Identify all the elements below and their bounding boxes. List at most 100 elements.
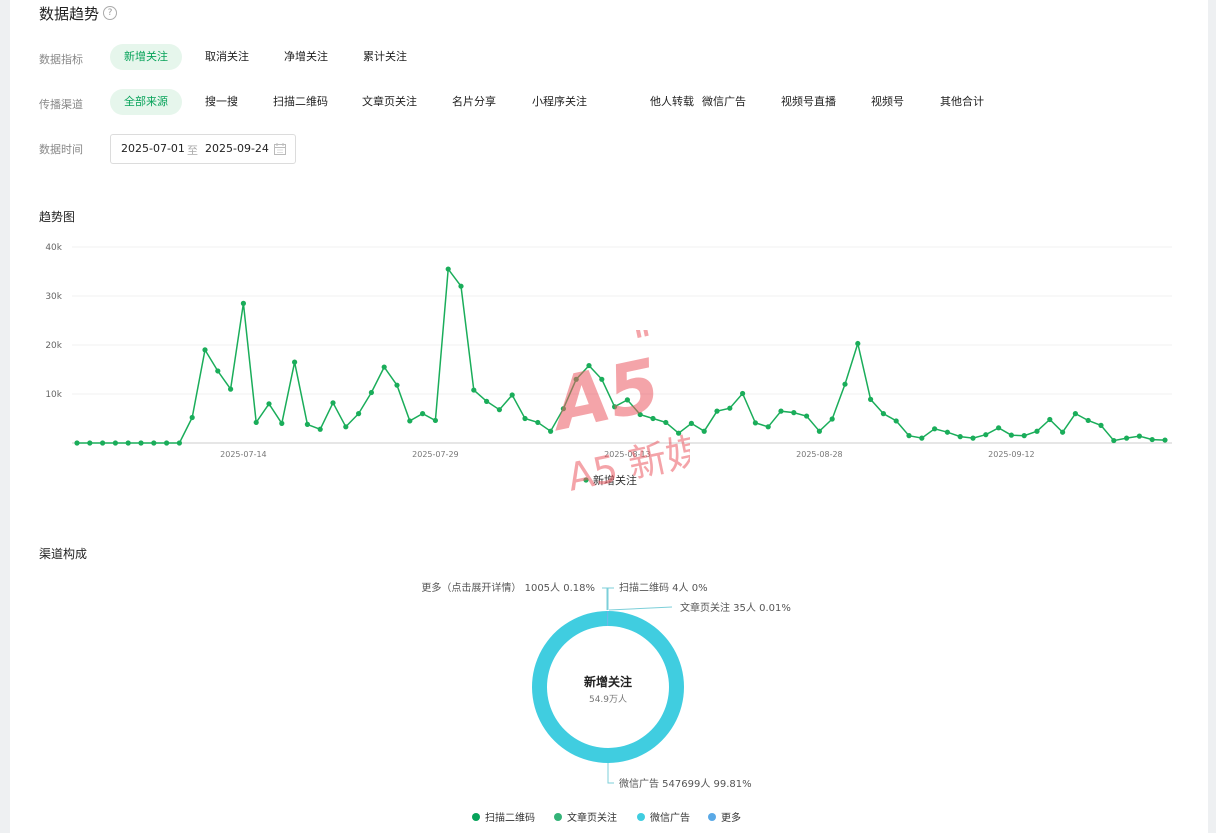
- data-point[interactable]: [740, 390, 746, 397]
- data-point[interactable]: [432, 417, 438, 424]
- data-point[interactable]: [189, 414, 195, 421]
- channel-option-8[interactable]: 视频号直播: [767, 89, 850, 115]
- data-point[interactable]: [522, 415, 528, 422]
- composition-section-title: 渠道构成: [39, 547, 88, 561]
- channel-option-5[interactable]: 小程序关注: [518, 89, 601, 115]
- data-point[interactable]: [1111, 437, 1117, 444]
- data-point[interactable]: [1136, 433, 1142, 439]
- channel-option-4[interactable]: 名片分享: [438, 89, 510, 115]
- channel-option-0[interactable]: 全部来源: [110, 89, 182, 115]
- y-tick-label: 30k: [45, 292, 62, 302]
- data-point[interactable]: [778, 408, 784, 414]
- data-point[interactable]: [919, 435, 925, 441]
- data-point[interactable]: [407, 418, 413, 424]
- data-point[interactable]: [151, 440, 157, 446]
- data-point[interactable]: [1085, 417, 1091, 424]
- date-end[interactable]: 2025-09-24: [205, 142, 269, 155]
- data-point[interactable]: [202, 347, 208, 353]
- data-point[interactable]: [727, 405, 733, 411]
- legend-item[interactable]: 文章页关注: [567, 811, 617, 824]
- channel-option-7[interactable]: 微信广告: [688, 89, 760, 115]
- data-point[interactable]: [804, 413, 810, 419]
- data-point[interactable]: [317, 426, 323, 432]
- data-point[interactable]: [471, 387, 477, 393]
- data-point[interactable]: [240, 300, 246, 306]
- legend-item[interactable]: 更多: [721, 811, 741, 824]
- data-point[interactable]: [1021, 433, 1027, 439]
- data-point[interactable]: [829, 416, 835, 422]
- data-point[interactable]: [1124, 435, 1130, 441]
- data-point[interactable]: [855, 340, 861, 347]
- data-point[interactable]: [445, 266, 451, 272]
- data-point[interactable]: [368, 389, 374, 396]
- data-point[interactable]: [356, 411, 362, 417]
- data-point[interactable]: [330, 400, 336, 406]
- metric-option-1[interactable]: 取消关注: [191, 44, 263, 70]
- data-point[interactable]: [957, 434, 963, 440]
- date-start[interactable]: 2025-07-01: [121, 142, 185, 155]
- data-point[interactable]: [791, 410, 797, 416]
- data-point[interactable]: [253, 419, 259, 426]
- data-point[interactable]: [164, 440, 170, 446]
- data-point[interactable]: [880, 411, 887, 417]
- metric-option-2[interactable]: 净增关注: [270, 44, 342, 70]
- metric-option-0[interactable]: 新增关注: [110, 44, 182, 70]
- channel-option-10[interactable]: 其他合计: [926, 89, 998, 115]
- data-point[interactable]: [1072, 411, 1078, 417]
- data-point[interactable]: [752, 420, 759, 426]
- data-point[interactable]: [714, 408, 720, 414]
- data-point[interactable]: [266, 401, 272, 407]
- data-point[interactable]: [1098, 422, 1104, 428]
- data-point[interactable]: [816, 428, 823, 434]
- data-point[interactable]: [304, 421, 310, 427]
- data-point[interactable]: [458, 283, 464, 289]
- data-point[interactable]: [1034, 428, 1040, 434]
- data-point[interactable]: [112, 440, 118, 446]
- question-circle-icon[interactable]: ?: [103, 6, 117, 20]
- data-point[interactable]: [1047, 416, 1053, 423]
- data-point[interactable]: [74, 440, 80, 446]
- data-point[interactable]: [1060, 429, 1066, 435]
- data-point[interactable]: [215, 368, 221, 374]
- data-point[interactable]: [279, 420, 285, 426]
- data-point[interactable]: [868, 396, 874, 402]
- data-point[interactable]: [292, 359, 298, 365]
- data-point[interactable]: [228, 386, 234, 392]
- channel-option-2[interactable]: 扫描二维码: [259, 89, 342, 115]
- data-point[interactable]: [996, 425, 1002, 431]
- data-point[interactable]: [420, 411, 426, 417]
- data-point[interactable]: [932, 426, 938, 432]
- data-point[interactable]: [970, 435, 976, 441]
- leader-line: [608, 606, 673, 611]
- data-point[interactable]: [893, 418, 899, 424]
- y-tick-label: 10k: [45, 390, 62, 400]
- data-point[interactable]: [138, 440, 144, 446]
- data-point[interactable]: [842, 381, 848, 387]
- channel-option-3[interactable]: 文章页关注: [348, 89, 431, 115]
- data-point[interactable]: [125, 440, 131, 446]
- data-point[interactable]: [484, 398, 490, 404]
- data-point[interactable]: [701, 428, 707, 434]
- data-point[interactable]: [1149, 436, 1155, 443]
- data-point[interactable]: [1162, 437, 1168, 443]
- data-point[interactable]: [906, 433, 912, 439]
- data-point[interactable]: [343, 424, 349, 430]
- data-point[interactable]: [509, 392, 515, 398]
- data-point[interactable]: [496, 407, 502, 413]
- data-point[interactable]: [176, 440, 182, 446]
- legend-item[interactable]: 微信广告: [650, 811, 690, 824]
- data-point[interactable]: [944, 429, 951, 435]
- channel-option-9[interactable]: 视频号: [857, 89, 918, 115]
- data-point[interactable]: [394, 382, 400, 388]
- data-point[interactable]: [983, 432, 989, 438]
- data-point[interactable]: [87, 440, 93, 446]
- data-point[interactable]: [100, 440, 106, 446]
- data-point[interactable]: [1008, 432, 1015, 438]
- legend-item[interactable]: 扫描二维码: [485, 811, 535, 824]
- channel-option-1[interactable]: 搜一搜: [191, 89, 252, 115]
- date-range-picker[interactable]: 2025-07-01 至 2025-09-24: [110, 134, 296, 164]
- legend-marker: [708, 813, 716, 821]
- data-point[interactable]: [765, 424, 771, 430]
- metric-option-3[interactable]: 累计关注: [349, 44, 421, 70]
- data-point[interactable]: [381, 364, 387, 370]
